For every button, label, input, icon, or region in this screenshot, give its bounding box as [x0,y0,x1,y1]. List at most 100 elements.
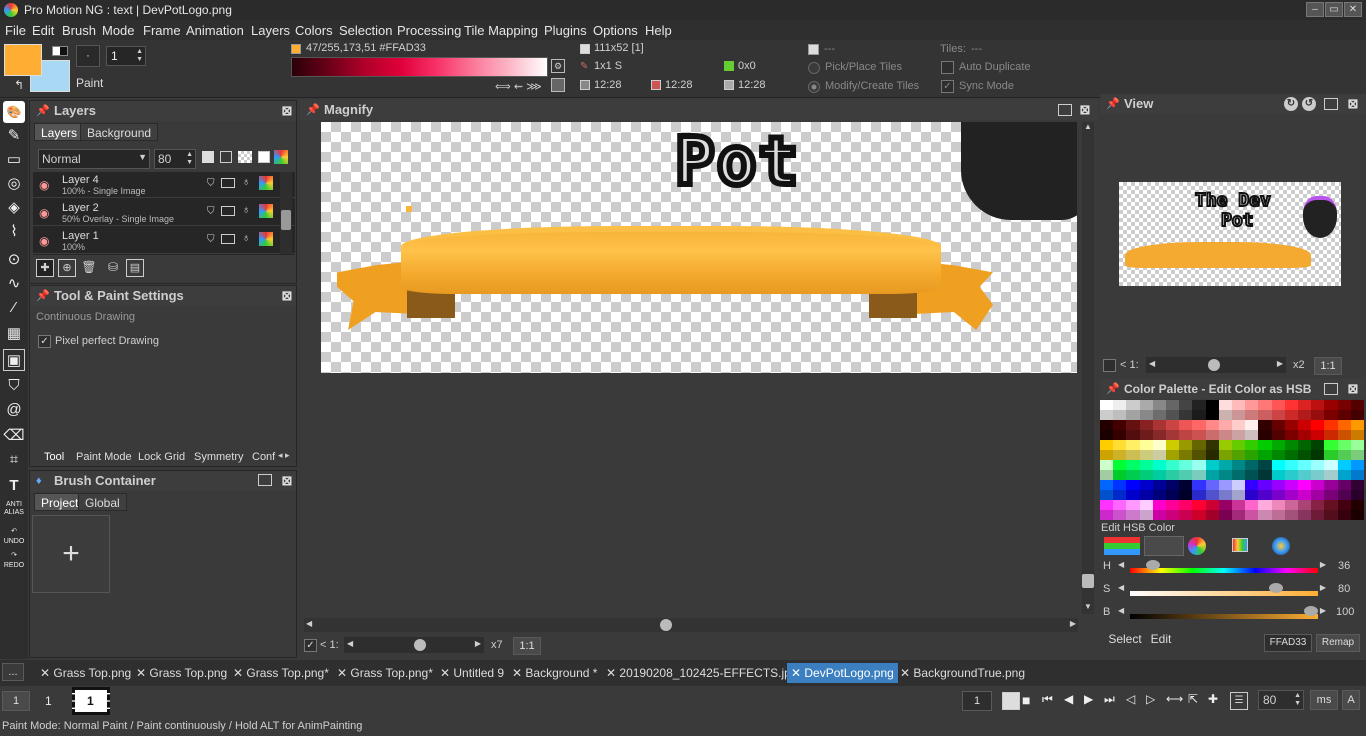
palette-swatch[interactable] [1271,510,1285,520]
palette-swatch[interactable] [1298,480,1312,490]
scroll-thumb[interactable] [1082,574,1094,588]
palette-swatch[interactable] [1126,510,1140,520]
layer-row[interactable]: ◉ Layer 2 50% Overlay - Single Image ⛉ ♁ [33,200,295,226]
palette-swatch[interactable] [1232,460,1246,470]
transparency-icon[interactable] [238,151,252,163]
view-ratio-button[interactable]: 1:1 [1314,357,1342,375]
palette-swatch[interactable] [1126,410,1140,420]
menu-colors[interactable]: Colors [295,23,333,38]
magnify-menu-icon[interactable] [1058,104,1072,116]
palette-swatch[interactable] [1113,460,1127,470]
palette-swatch[interactable] [1324,420,1338,430]
palette-swatch[interactable] [1324,430,1338,440]
palette-swatch[interactable] [1284,440,1298,450]
tv-icon[interactable] [1232,538,1248,552]
palette-swatch[interactable] [1179,400,1193,410]
scroll-down-icon[interactable]: ▼ [1084,602,1092,611]
palette-swatch[interactable] [1100,500,1114,510]
palette-swatch[interactable] [1337,440,1351,450]
palette-swatch[interactable] [1218,500,1232,510]
palette-swatch[interactable] [1337,510,1351,520]
last-frame-icon[interactable]: ⏭ [1104,692,1115,707]
palette-swatch[interactable] [1298,430,1312,440]
eyedropper-icon[interactable]: ⁄ [3,297,25,319]
menu-brush[interactable]: Brush [62,23,96,38]
tool-settings-close-icon[interactable]: ⊠ [280,289,294,303]
hex-field[interactable]: FFAD33 [1264,634,1312,652]
pin-icon[interactable]: 📌 [1106,379,1120,399]
palette-swatch[interactable] [1139,430,1153,440]
palette-swatch[interactable] [1139,470,1153,480]
hsb-sliders-icon[interactable] [1144,536,1184,556]
palette-swatch[interactable] [1311,400,1325,410]
view-zoom-slider[interactable]: ◀ ▶ [1146,357,1286,373]
palette-swatch[interactable] [1258,480,1272,490]
palette-swatch[interactable] [1350,460,1364,470]
palette-swatch[interactable] [1166,440,1180,450]
palette-swatch[interactable] [1218,490,1232,500]
magnify-hscroll[interactable]: ◀ ▶ [304,618,1078,632]
palette-swatch[interactable] [1232,510,1246,520]
pixel-perfect-checkbox[interactable]: ✓ [38,335,51,348]
doc-tab[interactable]: ✕ Untitled 9 [436,663,508,683]
slider-right-icon[interactable]: ▶ [1320,606,1326,615]
palette-swatch[interactable] [1232,500,1246,510]
palette-swatch[interactable] [1218,460,1232,470]
layer-lock-icon[interactable]: ⛉ [207,234,215,245]
doc-tab[interactable]: ✕ Grass Top.png* [229,663,333,683]
ms-button[interactable]: ms [1310,690,1338,710]
palette-swatch[interactable] [1258,490,1272,500]
palette-swatch[interactable] [1271,500,1285,510]
first-frame-icon[interactable]: ⏮ [1042,692,1053,707]
palette-swatch[interactable] [1245,420,1259,430]
palette-swatch[interactable] [1271,480,1285,490]
palette-swatch[interactable] [1152,440,1166,450]
undo-icon[interactable]: ↶ UNDO [3,527,25,549]
layer-light-icon[interactable]: ♁ [242,204,250,216]
palette-swatch[interactable] [1218,420,1232,430]
palette-swatch[interactable] [1324,490,1338,500]
palette-swatch[interactable] [1100,410,1114,420]
palette-swatch[interactable] [1179,410,1193,420]
layer-properties-icon[interactable]: ▤ [126,259,144,277]
palette-swatch[interactable] [1126,440,1140,450]
palette-swatch[interactable] [1350,410,1364,420]
palette-dots-icon[interactable] [1272,537,1290,555]
text-tool-icon[interactable]: T [3,475,25,497]
palette-swatch[interactable] [1258,400,1272,410]
palette-swatch[interactable] [1139,480,1153,490]
palette-swatch[interactable] [1298,450,1312,460]
palette-swatch[interactable] [1139,400,1153,410]
antialias-icon[interactable]: ANTI ALIAS [3,501,25,523]
auto-duplicate-checkbox[interactable] [941,61,954,74]
palette-swatch[interactable] [1218,450,1232,460]
palette-swatch[interactable] [1139,440,1153,450]
palette-swatch[interactable] [1324,500,1338,510]
palette-swatch[interactable] [1350,510,1364,520]
palette-swatch[interactable] [1245,510,1259,520]
layer-row[interactable]: ◉ Layer 4 100% - Single Image ⛉ ♁ [33,172,295,198]
palette-swatch[interactable] [1284,510,1298,520]
palette-swatch[interactable] [1298,400,1312,410]
saturation-slider[interactable]: ◀ ▶ [1118,582,1326,596]
magnify-vscroll[interactable]: ▲ ▼ [1082,122,1094,614]
palette-swatch[interactable] [1166,490,1180,500]
layer-light-icon[interactable]: ♁ [242,176,250,188]
palette-swatch[interactable] [1284,460,1298,470]
palette-swatch[interactable] [1245,450,1259,460]
delete-layer-icon[interactable]: 🗑 [80,259,98,277]
palette-swatch[interactable] [1298,460,1312,470]
palette-swatch[interactable] [1232,490,1246,500]
palette-swatch[interactable] [1113,510,1127,520]
palette-swatch[interactable] [1245,490,1259,500]
palette-swatch[interactable] [1139,460,1153,470]
palette-swatch[interactable] [1218,400,1232,410]
close-icon[interactable]: ✕ [440,666,453,680]
tab-tool[interactable]: Tool [38,448,71,466]
palette-swatch[interactable] [1152,500,1166,510]
palette-swatch[interactable] [1100,430,1114,440]
add-brush-button[interactable]: + [32,515,110,593]
new-layer-icon[interactable]: ✚ [36,259,54,277]
palette-swatch[interactable] [1205,420,1219,430]
palette-swatch[interactable] [1166,450,1180,460]
